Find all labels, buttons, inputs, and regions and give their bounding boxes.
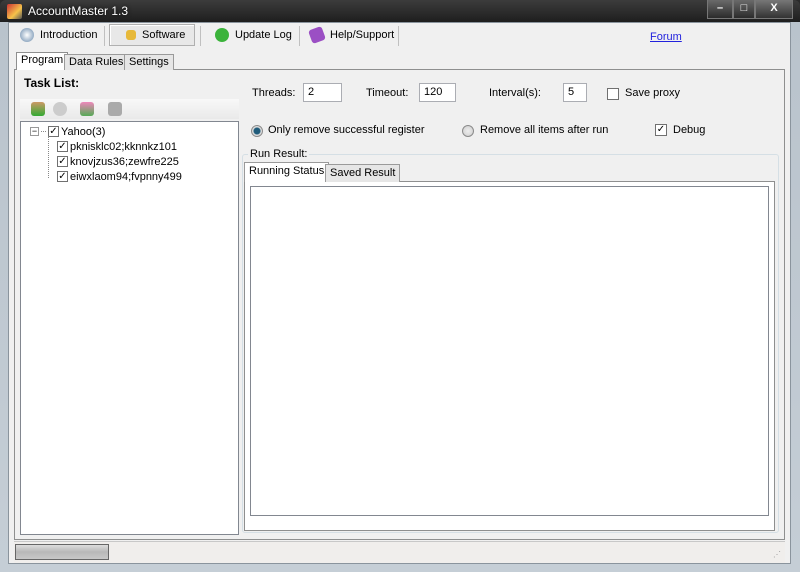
forum-link[interactable]: Forum bbox=[650, 31, 682, 43]
software-icon bbox=[126, 30, 136, 40]
tab-software[interactable]: Software bbox=[109, 24, 195, 46]
tab-settings[interactable]: Settings bbox=[124, 54, 174, 70]
tab-label: Update Log bbox=[235, 29, 292, 41]
status-bar bbox=[14, 541, 785, 563]
tree-item[interactable]: ✓ knovjzus36;zewfre225 bbox=[57, 154, 179, 169]
minimize-button[interactable]: – bbox=[707, 0, 733, 19]
remove-all-radio[interactable] bbox=[462, 125, 474, 137]
recycle-icon bbox=[215, 28, 229, 42]
tab-program[interactable]: Program bbox=[16, 52, 69, 70]
checkbox[interactable]: ✓ bbox=[57, 171, 68, 182]
tab-data-rules[interactable]: Data Rules bbox=[64, 54, 129, 70]
running-status-log[interactable] bbox=[250, 186, 769, 516]
run-result-label: Run Result: bbox=[248, 148, 310, 160]
info-icon bbox=[20, 28, 34, 42]
tab-saved-result[interactable]: Saved Result bbox=[325, 164, 401, 182]
divider bbox=[299, 26, 300, 46]
tab-label: Software bbox=[142, 29, 186, 41]
only-remove-successful-radio[interactable] bbox=[251, 125, 263, 137]
delete-icon[interactable] bbox=[108, 102, 122, 116]
divider bbox=[104, 26, 105, 46]
debug-label: Debug bbox=[673, 124, 706, 136]
tab-label: Help/Support bbox=[330, 29, 395, 41]
tab-running-status[interactable]: Running Status bbox=[244, 162, 330, 182]
progress-bar bbox=[15, 544, 109, 560]
tab-label: Introduction bbox=[40, 29, 98, 41]
task-tree[interactable]: − ✓ Yahoo(3) ✓ pknisklc02;kknnkz101 ✓ knovjz… bbox=[20, 121, 239, 535]
app-icon bbox=[7, 4, 22, 19]
collapse-icon[interactable]: − bbox=[30, 127, 39, 136]
timeout-label: Timeout: bbox=[366, 87, 409, 99]
threads-label: Threads: bbox=[252, 87, 296, 99]
stop-icon[interactable] bbox=[53, 102, 67, 116]
book-icon bbox=[308, 26, 326, 44]
tree-label: eiwxlaom94;fvpnny499 bbox=[70, 170, 182, 183]
tab-introduction[interactable]: Introduction bbox=[12, 24, 100, 46]
tree-item[interactable]: ✓ pknisklc02;kknnkz101 bbox=[57, 139, 177, 154]
tree-item[interactable]: ✓ eiwxlaom94;fvpnny499 bbox=[57, 169, 182, 184]
add-user-icon[interactable] bbox=[31, 102, 45, 116]
resize-grip-icon[interactable]: ⋰ bbox=[773, 550, 781, 559]
remove-all-label: Remove all items after run bbox=[480, 124, 609, 136]
timeout-input[interactable]: 120 bbox=[419, 83, 456, 102]
window-title: AccountMaster 1.3 bbox=[28, 4, 129, 18]
interval-input[interactable]: 5 bbox=[563, 83, 587, 102]
tree-label: pknisklc02;kknnkz101 bbox=[70, 140, 178, 153]
checkbox[interactable]: ✓ bbox=[57, 141, 68, 152]
task-list-title: Task List: bbox=[24, 76, 80, 90]
tree-label: Yahoo(3) bbox=[61, 125, 106, 138]
only-remove-successful-label: Only remove successful register bbox=[268, 124, 425, 136]
divider bbox=[398, 26, 399, 46]
close-button[interactable]: X bbox=[755, 0, 793, 19]
tree-label: knovjzus36;zewfre225 bbox=[70, 155, 179, 168]
interval-label: Interval(s): bbox=[489, 87, 541, 99]
tab-help-support[interactable]: Help/Support bbox=[302, 24, 397, 46]
debug-checkbox[interactable]: ✓ bbox=[655, 124, 667, 136]
checkbox[interactable]: ✓ bbox=[48, 126, 59, 137]
checkbox[interactable]: ✓ bbox=[57, 156, 68, 167]
tree-root[interactable]: − ✓ Yahoo(3) bbox=[30, 124, 105, 139]
divider bbox=[200, 26, 201, 46]
maximize-button[interactable]: □ bbox=[733, 0, 755, 19]
tab-update-log[interactable]: Update Log bbox=[207, 24, 297, 46]
threads-input[interactable]: 2 bbox=[303, 83, 342, 102]
users-icon[interactable] bbox=[80, 102, 94, 116]
save-proxy-checkbox[interactable] bbox=[607, 88, 619, 100]
save-proxy-label: Save proxy bbox=[625, 87, 681, 99]
